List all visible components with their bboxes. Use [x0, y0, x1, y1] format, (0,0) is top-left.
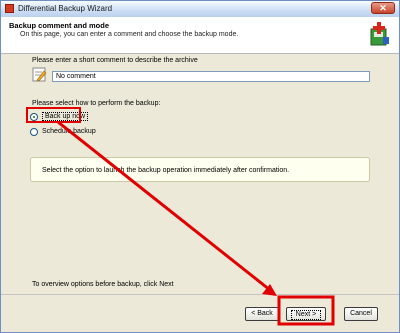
page-title: Backup comment and mode [9, 21, 110, 30]
wizard-footer: < Back Next > Cancel [1, 294, 399, 333]
back-up-now-option[interactable]: Back up now [30, 111, 89, 122]
close-button[interactable]: ✕ [371, 2, 395, 14]
wizard-header: Backup comment and mode On this page, yo… [1, 17, 399, 54]
mode-label: Please select how to perform the backup: [32, 100, 161, 107]
mode-description-box: Select the option to launch the backup o… [30, 157, 370, 182]
back-button[interactable]: < Back [245, 307, 279, 321]
schedule-backup-label: Schedule backup [42, 128, 96, 135]
cancel-button[interactable]: Cancel [344, 307, 378, 321]
app-icon [5, 4, 14, 13]
schedule-backup-option[interactable]: Schedule backup [30, 126, 96, 137]
next-button-label: Next > [291, 310, 321, 320]
wizard-content: Please enter a short comment to describe… [1, 54, 399, 294]
schedule-backup-radio[interactable] [30, 127, 38, 136]
comment-label: Please enter a short comment to describe… [32, 57, 198, 64]
backup-plus-icon [370, 22, 389, 46]
page-subtitle: On this page, you can enter a comment an… [20, 31, 239, 38]
mode-description: Select the option to launch the backup o… [42, 167, 290, 174]
window-title: Differential Backup Wizard [18, 4, 113, 13]
pencil-icon [32, 67, 47, 82]
back-up-now-label: Back up now [42, 112, 89, 121]
next-button[interactable]: Next > [286, 307, 326, 321]
overview-hint: To overview options before backup, click… [32, 281, 174, 288]
title-bar[interactable]: Differential Backup Wizard ✕ [1, 1, 399, 18]
comment-input[interactable] [52, 71, 370, 82]
wizard-window: Differential Backup Wizard ✕ Backup comm… [0, 0, 400, 333]
back-up-now-radio[interactable] [30, 112, 38, 121]
